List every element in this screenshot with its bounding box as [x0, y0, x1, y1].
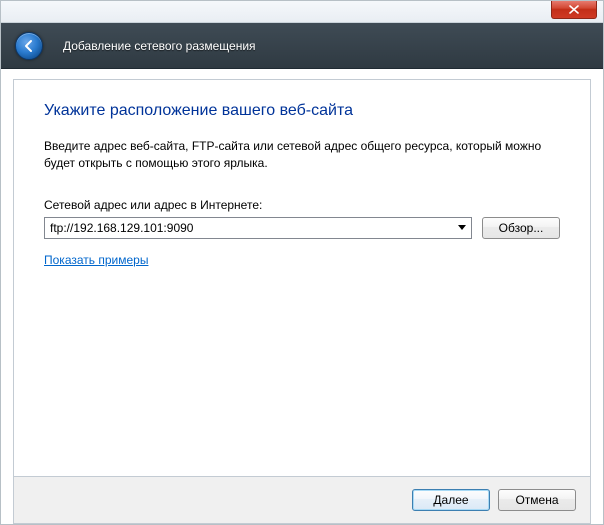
window-title: Добавление сетевого размещения — [63, 39, 256, 53]
next-button[interactable]: Далее — [412, 489, 490, 511]
back-button[interactable] — [15, 32, 43, 60]
header-bar: Добавление сетевого размещения — [1, 23, 603, 69]
wizard-window: Добавление сетевого размещения Укажите р… — [0, 0, 604, 525]
page-heading: Укажите расположение вашего веб-сайта — [44, 102, 560, 120]
body: Укажите расположение вашего веб-сайта Вв… — [1, 69, 603, 524]
footer: Далее Отмена — [13, 476, 591, 524]
content-panel: Укажите расположение вашего веб-сайта Вв… — [13, 79, 591, 476]
chevron-down-icon — [458, 225, 466, 231]
address-input[interactable] — [45, 218, 453, 238]
address-row: Обзор... — [44, 217, 560, 239]
close-icon — [569, 5, 579, 14]
dropdown-toggle[interactable] — [453, 218, 471, 238]
address-label: Сетевой адрес или адрес в Интернете: — [44, 198, 560, 212]
cancel-button[interactable]: Отмена — [498, 489, 576, 511]
arrow-left-icon — [22, 39, 36, 53]
page-description: Введите адрес веб-сайта, FTP-сайта или с… — [44, 138, 560, 172]
browse-button[interactable]: Обзор... — [482, 217, 560, 239]
address-combobox[interactable] — [44, 217, 472, 239]
close-button[interactable] — [551, 1, 597, 19]
show-examples-link[interactable]: Показать примеры — [44, 253, 148, 267]
titlebar — [1, 1, 603, 23]
